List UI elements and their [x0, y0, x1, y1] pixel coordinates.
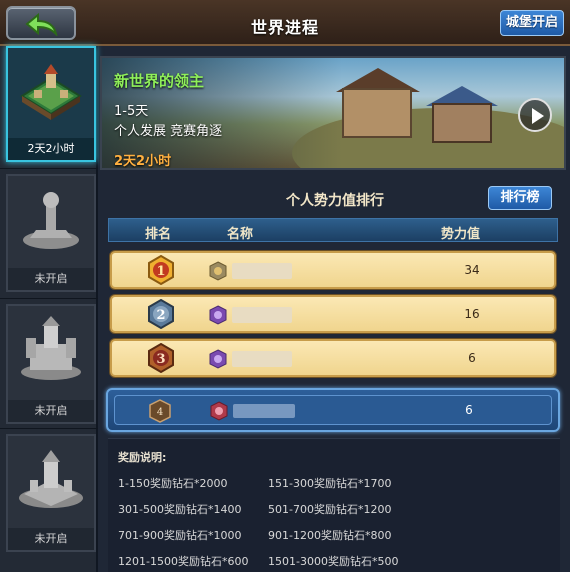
reward-item: 501-700奖励钻石*1200	[268, 503, 392, 516]
play-video-button[interactable]	[518, 98, 552, 132]
world-progress-window: 世界进程 城堡开启 2天2小时 未开启 未开启 未开启 新世界的领主 1-5天 …	[0, 0, 570, 572]
column-header-name: 名称	[227, 227, 254, 242]
rank-number: 1	[156, 264, 165, 279]
player-name-redacted	[232, 263, 292, 279]
alliance-emblem-icon	[210, 401, 228, 421]
sidebar-item-label: 未开启	[8, 400, 94, 422]
rank-number: 4	[157, 407, 163, 418]
power-value: 6	[468, 351, 476, 365]
sidebar-item-stage-4[interactable]: 未开启	[6, 434, 96, 552]
rank-gold-badge-icon: 1	[148, 255, 174, 285]
island-map-icon	[20, 64, 82, 120]
rank-silver-badge-icon: 2	[148, 299, 174, 329]
reward-item: 1501-3000奖励钻石*500	[268, 555, 399, 568]
reward-item: 901-1200奖励钻石*800	[268, 529, 392, 542]
main-panel: 新世界的领主 1-5天 个人发展 竞赛角逐 2天2小时 个人势力值排行 排行榜 …	[100, 46, 570, 572]
alliance-emblem-icon	[209, 305, 227, 325]
reward-description: 奖励说明: 1-150奖励钻石*2000 151-300奖励钻石*1700 30…	[108, 438, 560, 572]
leaderboard-button[interactable]: 排行榜	[488, 186, 552, 210]
ranking-title: 个人势力值排行	[286, 193, 384, 209]
header-bar: 世界进程 城堡开启	[0, 0, 570, 46]
power-value: 34	[464, 263, 480, 277]
sidebar-item-label: 未开启	[8, 268, 94, 290]
alliance-emblem-icon	[209, 261, 227, 281]
banner-scenery	[432, 103, 492, 143]
column-header-rank: 排名	[145, 227, 172, 242]
banner-countdown: 2天2小时	[114, 154, 172, 169]
sidebar-item-stage-1[interactable]: 2天2小时	[6, 46, 96, 162]
banner-days: 1-5天	[114, 104, 149, 119]
my-rank-row-inner: 4 6	[114, 395, 552, 425]
banner-title: 新世界的领主	[114, 72, 205, 90]
column-header-power: 势力值	[441, 227, 481, 242]
table-row[interactable]: 3 6	[110, 339, 556, 377]
rank-plain-badge-icon: 4	[149, 399, 171, 423]
city-icon	[21, 316, 81, 380]
ranking-table-header: 排名 名称 势力值	[108, 218, 558, 242]
sidebar-item-label: 2天2小时	[8, 138, 94, 160]
stage-banner: 新世界的领主 1-5天 个人发展 竞赛角逐 2天2小时	[100, 56, 566, 170]
table-row[interactable]: 1 34	[110, 251, 556, 289]
reward-item: 701-900奖励钻石*1000	[118, 529, 242, 542]
castle-open-button[interactable]: 城堡开启	[500, 10, 564, 36]
player-name-redacted	[233, 404, 295, 418]
tower-icon	[23, 192, 79, 249]
sidebar-item-stage-3[interactable]: 未开启	[6, 304, 96, 424]
power-value: 6	[465, 403, 473, 417]
rank-number: 2	[156, 308, 165, 323]
power-value: 16	[464, 307, 480, 321]
fortress-icon	[19, 450, 83, 508]
sidebar-item-label: 未开启	[8, 528, 94, 550]
reward-title: 奖励说明:	[118, 451, 167, 464]
my-rank-row[interactable]: 4 6	[106, 388, 560, 432]
reward-item: 1201-1500奖励钻石*600	[118, 555, 249, 568]
table-row[interactable]: 2 16	[110, 295, 556, 333]
reward-item: 151-300奖励钻石*1700	[268, 477, 392, 490]
page-title: 世界进程	[250, 18, 319, 37]
rank-number: 3	[156, 352, 165, 367]
player-name-redacted	[232, 351, 292, 367]
rank-bronze-badge-icon: 3	[148, 343, 174, 373]
banner-description: 个人发展 竞赛角逐	[114, 124, 223, 139]
stage-sidebar: 2天2小时 未开启 未开启 未开启	[0, 46, 98, 572]
player-name-redacted	[232, 307, 292, 323]
play-icon	[532, 108, 544, 124]
reward-item: 301-500奖励钻石*1400	[118, 503, 242, 516]
sidebar-item-stage-2[interactable]: 未开启	[6, 174, 96, 292]
reward-item: 1-150奖励钻石*2000	[118, 477, 228, 490]
alliance-emblem-icon	[209, 349, 227, 369]
banner-scenery	[342, 88, 412, 138]
